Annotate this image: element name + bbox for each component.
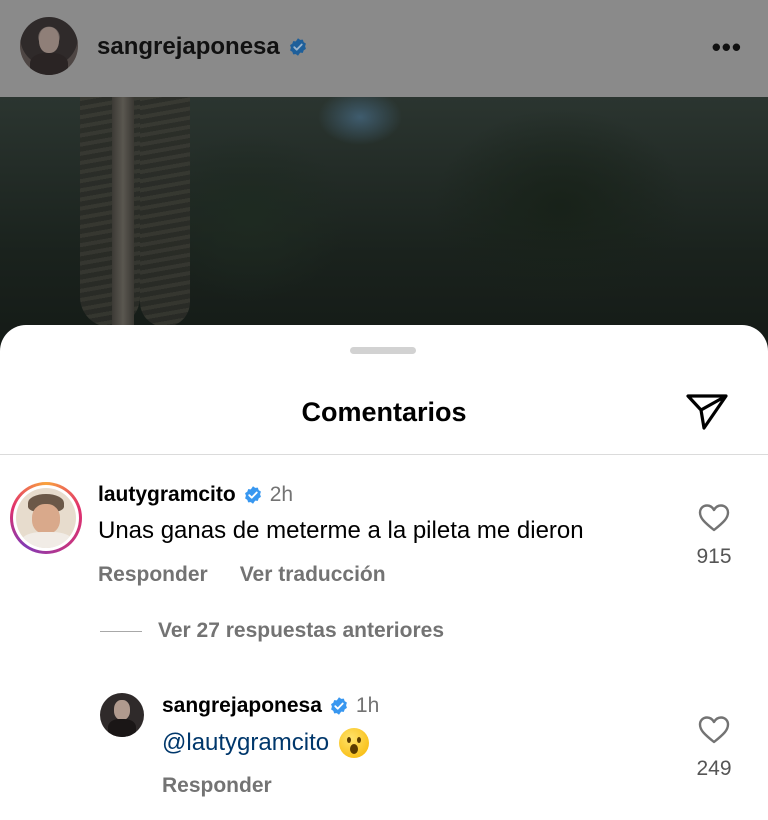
- reply-like-count: 249: [696, 757, 732, 780]
- reply-like: 249: [694, 715, 734, 780]
- heart-icon[interactable]: [698, 503, 730, 533]
- post-image[interactable]: [0, 97, 768, 357]
- reply-mention[interactable]: @lautygramcito: [162, 729, 329, 757]
- post-header: sangrejaponesa •••: [0, 0, 768, 97]
- more-horizontal-icon[interactable]: •••: [712, 32, 742, 63]
- comment-like: 915: [694, 503, 734, 568]
- verified-badge-icon: [244, 486, 261, 504]
- comments-sheet: Comentarios lautygramcito 2h Unas ganas …: [0, 325, 768, 820]
- comment-actions: Responder Ver traducción: [98, 563, 386, 587]
- sheet-drag-handle[interactable]: [350, 347, 416, 354]
- reply-header: sangrejaponesa 1h: [162, 694, 379, 718]
- replies-line: [100, 630, 142, 632]
- verified-badge-icon: [289, 38, 306, 56]
- comment-like-count: 915: [696, 545, 732, 568]
- send-icon[interactable]: [685, 392, 729, 432]
- reply-time: 1h: [355, 694, 380, 717]
- commenter-avatar[interactable]: [10, 482, 82, 554]
- surprised-face-icon: [339, 728, 370, 758]
- heart-icon[interactable]: [698, 715, 730, 745]
- reply-reply-button[interactable]: Responder: [162, 774, 272, 797]
- header-divider: [0, 454, 768, 455]
- post-author[interactable]: sangrejaponesa: [97, 33, 308, 61]
- reply-actions: Responder: [162, 774, 272, 798]
- replier-avatar[interactable]: [100, 693, 144, 737]
- view-replies-button[interactable]: Ver 27 respuestas anteriores: [100, 619, 444, 643]
- sheet-title: Comentarios: [301, 397, 467, 427]
- translate-button[interactable]: Ver traducción: [240, 563, 386, 587]
- comment-time: 2h: [269, 483, 294, 506]
- post-author-avatar[interactable]: [20, 17, 78, 75]
- post-author-username[interactable]: sangrejaponesa: [97, 33, 280, 61]
- palm-shape: [140, 97, 190, 327]
- reply-button[interactable]: Responder: [98, 563, 208, 587]
- comment-text: Unas ganas de meterme a la pileta me die…: [98, 517, 584, 544]
- comment-header: lautygramcito 2h: [98, 483, 293, 507]
- replier-username[interactable]: sangrejaponesa: [162, 694, 322, 718]
- reply-text: @lautygramcito: [162, 728, 370, 758]
- view-replies-label[interactable]: Ver 27 respuestas anteriores: [158, 619, 444, 643]
- verified-badge-icon: [330, 697, 347, 715]
- commenter-username[interactable]: lautygramcito: [98, 483, 236, 507]
- palm-trunk: [112, 97, 134, 357]
